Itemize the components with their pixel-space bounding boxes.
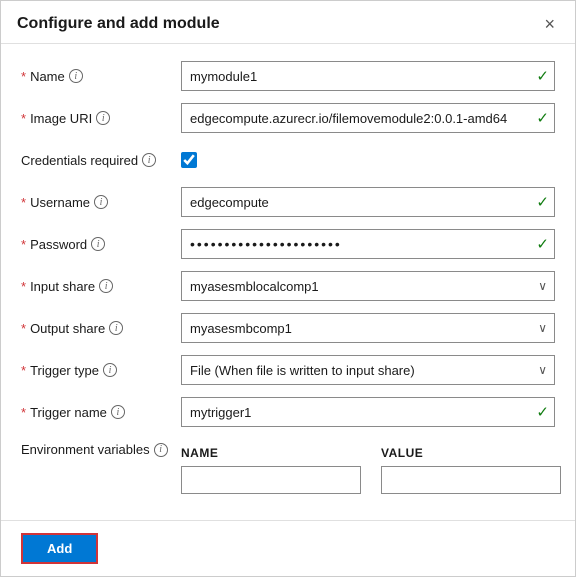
- image-uri-input-wrap: ✓: [181, 103, 555, 133]
- credentials-label: Credentials required i: [21, 153, 181, 168]
- input-share-row: * Input share i myasesmblocalcomp1 ∨: [21, 270, 555, 302]
- env-variables-row: Environment variables i NAME VALUE: [21, 438, 555, 494]
- input-share-required: *: [21, 279, 26, 294]
- env-variables-info-icon: i: [154, 443, 168, 457]
- name-label-text: Name: [30, 69, 65, 84]
- trigger-type-label-text: Trigger type: [30, 363, 99, 378]
- env-value-col-header: VALUE: [381, 446, 561, 460]
- input-share-label-text: Input share: [30, 279, 95, 294]
- credentials-row: Credentials required i: [21, 144, 555, 176]
- trigger-name-input-wrap: ✓: [181, 397, 555, 427]
- close-button[interactable]: ×: [540, 15, 559, 33]
- username-required: *: [21, 195, 26, 210]
- name-required: *: [21, 69, 26, 84]
- env-name-col-header: NAME: [181, 446, 361, 460]
- env-input-row: [181, 466, 561, 494]
- add-button[interactable]: Add: [21, 533, 98, 564]
- output-share-row: * Output share i myasesmbcomp1 ∨: [21, 312, 555, 344]
- name-row: * Name i ✓: [21, 60, 555, 92]
- env-table-header: NAME VALUE: [181, 446, 561, 460]
- password-check-icon: ✓: [536, 235, 549, 253]
- name-label: * Name i: [21, 69, 181, 84]
- username-label: * Username i: [21, 195, 181, 210]
- trigger-type-label: * Trigger type i: [21, 363, 181, 378]
- name-info-icon: i: [69, 69, 83, 83]
- dialog-header: Configure and add module ×: [1, 1, 575, 44]
- password-info-icon: i: [91, 237, 105, 251]
- password-input[interactable]: [181, 229, 555, 259]
- trigger-name-required: *: [21, 405, 26, 420]
- username-row: * Username i ✓: [21, 186, 555, 218]
- dialog-body: * Name i ✓ * Image URI i ✓ Cre: [1, 44, 575, 520]
- trigger-name-check-icon: ✓: [536, 403, 549, 421]
- env-variables-label-text: Environment variables: [21, 442, 150, 457]
- output-share-required: *: [21, 321, 26, 336]
- password-required: *: [21, 237, 26, 252]
- input-share-select[interactable]: myasesmblocalcomp1: [181, 271, 555, 301]
- trigger-name-label-text: Trigger name: [30, 405, 107, 420]
- trigger-type-select[interactable]: File (When file is written to input shar…: [181, 355, 555, 385]
- credentials-info-icon: i: [142, 153, 156, 167]
- username-input-wrap: ✓: [181, 187, 555, 217]
- dialog-footer: Add: [1, 520, 575, 576]
- output-share-label: * Output share i: [21, 321, 181, 336]
- trigger-type-select-wrap: File (When file is written to input shar…: [181, 355, 555, 385]
- env-name-input[interactable]: [181, 466, 361, 494]
- trigger-type-required: *: [21, 363, 26, 378]
- image-uri-label-text: Image URI: [30, 111, 92, 126]
- env-section: NAME VALUE: [181, 446, 561, 494]
- configure-module-dialog: Configure and add module × * Name i ✓ * …: [0, 0, 576, 577]
- trigger-name-input[interactable]: [181, 397, 555, 427]
- image-uri-input[interactable]: [181, 103, 555, 133]
- username-label-text: Username: [30, 195, 90, 210]
- name-check-icon: ✓: [536, 67, 549, 85]
- input-share-info-icon: i: [99, 279, 113, 293]
- input-share-label: * Input share i: [21, 279, 181, 294]
- trigger-type-row: * Trigger type i File (When file is writ…: [21, 354, 555, 386]
- password-input-wrap: ✓: [181, 229, 555, 259]
- password-label: * Password i: [21, 237, 181, 252]
- output-share-select-wrap: myasesmbcomp1 ∨: [181, 313, 555, 343]
- password-label-text: Password: [30, 237, 87, 252]
- username-check-icon: ✓: [536, 193, 549, 211]
- image-uri-row: * Image URI i ✓: [21, 102, 555, 134]
- env-variables-label: Environment variables i: [21, 438, 181, 457]
- password-row: * Password i ✓: [21, 228, 555, 260]
- username-info-icon: i: [94, 195, 108, 209]
- env-value-input[interactable]: [381, 466, 561, 494]
- credentials-checkbox-wrap: [181, 152, 197, 168]
- dialog-title: Configure and add module: [17, 15, 220, 33]
- trigger-name-info-icon: i: [111, 405, 125, 419]
- image-uri-label: * Image URI i: [21, 111, 181, 126]
- trigger-name-label: * Trigger name i: [21, 405, 181, 420]
- name-input-wrap: ✓: [181, 61, 555, 91]
- name-input[interactable]: [181, 61, 555, 91]
- username-input[interactable]: [181, 187, 555, 217]
- output-share-info-icon: i: [109, 321, 123, 335]
- credentials-label-text: Credentials required: [21, 153, 138, 168]
- output-share-select[interactable]: myasesmbcomp1: [181, 313, 555, 343]
- image-uri-info-icon: i: [96, 111, 110, 125]
- image-uri-required: *: [21, 111, 26, 126]
- image-uri-check-icon: ✓: [536, 109, 549, 127]
- output-share-label-text: Output share: [30, 321, 105, 336]
- trigger-name-row: * Trigger name i ✓: [21, 396, 555, 428]
- trigger-type-info-icon: i: [103, 363, 117, 377]
- credentials-checkbox[interactable]: [181, 152, 197, 168]
- input-share-select-wrap: myasesmblocalcomp1 ∨: [181, 271, 555, 301]
